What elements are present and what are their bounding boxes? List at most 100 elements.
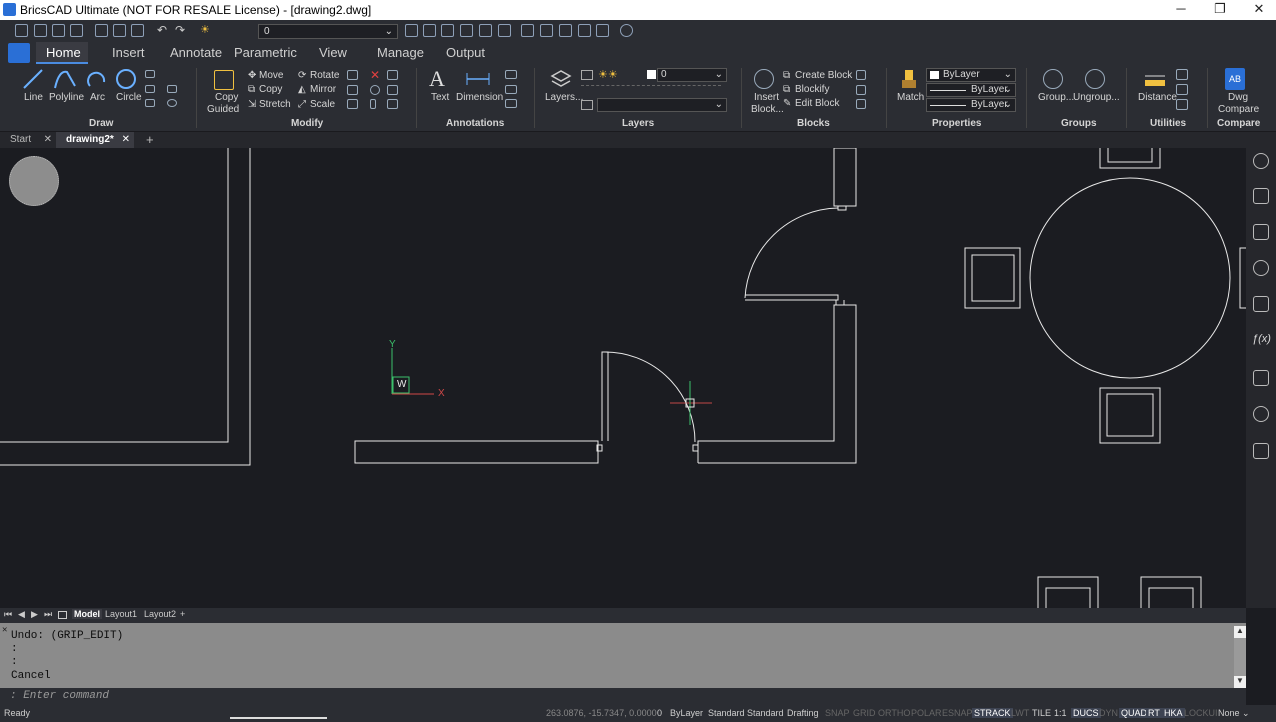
match-button[interactable]: Match (897, 92, 924, 103)
next-layout-icon[interactable]: ▶ (31, 609, 38, 620)
toggle-grid[interactable]: GRID (853, 708, 876, 718)
copy-guided-label-2[interactable]: Guided (207, 104, 239, 115)
tab-layout1[interactable]: Layout1 (105, 609, 137, 619)
command-input[interactable]: : Enter command (0, 688, 1246, 705)
library-icon[interactable] (1253, 443, 1269, 459)
toggle-strack[interactable]: STRACK (972, 708, 1013, 718)
command-scrollbar[interactable]: ▲ ▼ (1234, 626, 1246, 688)
help-icon[interactable] (620, 24, 633, 37)
tab-insert[interactable]: Insert (112, 45, 145, 60)
dimension-button[interactable]: Dimension (456, 92, 503, 103)
layer-dropdown[interactable]: 0 ⌄ (258, 24, 398, 39)
app-menu-button[interactable] (8, 43, 30, 63)
arc-button[interactable]: Arc (90, 92, 105, 103)
status-text-style[interactable]: Standard (708, 708, 745, 718)
match-properties-icon[interactable] (405, 24, 418, 37)
polyline-icon[interactable] (53, 68, 77, 90)
cloud-upload-icon[interactable] (1253, 406, 1269, 422)
group-button[interactable]: Group... (1038, 92, 1074, 103)
toggle-esnap[interactable]: ESNAP (942, 708, 973, 718)
text-style-icon[interactable] (505, 85, 517, 94)
block-replace-icon[interactable] (856, 99, 866, 109)
toggle-lwt[interactable]: LWT (1011, 708, 1029, 718)
distance-button[interactable]: Distance (1138, 92, 1177, 103)
layers-panel-icon[interactable] (1253, 224, 1269, 240)
dwg-compare-icon[interactable]: AB (1225, 68, 1245, 90)
ungroup-icon[interactable] (1085, 69, 1105, 89)
toggle-polar[interactable]: POLAR (911, 708, 942, 718)
mirror-button[interactable]: Mirror (310, 84, 336, 95)
layer-state-dropdown[interactable]: ⌄ (597, 98, 727, 112)
open-file-icon[interactable] (34, 24, 47, 37)
rectangle-icon[interactable] (145, 70, 155, 78)
settings-icon[interactable] (559, 24, 572, 37)
create-block-button[interactable]: Create Block (795, 70, 852, 81)
tab-home[interactable]: Home (46, 45, 81, 60)
layer-freeze-icon[interactable] (498, 24, 511, 37)
save-as-icon[interactable] (70, 24, 83, 37)
array-icon[interactable] (347, 99, 358, 109)
dimension-icon[interactable] (465, 72, 491, 86)
text-icon[interactable]: A (429, 66, 445, 92)
toggle-scale[interactable]: 1:1 (1054, 708, 1067, 718)
dwg-compare-label-1[interactable]: Dwg (1228, 92, 1248, 103)
tab-start[interactable]: Start ✕ (0, 132, 56, 148)
layer-isolate-icon[interactable] (479, 24, 492, 37)
status-workspace[interactable]: Drafting (787, 708, 819, 718)
toggle-ducs[interactable]: DUCS (1071, 708, 1101, 718)
tab-view[interactable]: View (319, 45, 347, 60)
coordinates-display[interactable]: 263.0876, -15.7347, 0.0000 (546, 708, 657, 718)
maximize-button[interactable]: ❐ (1205, 1, 1235, 19)
layer-previous-icon[interactable] (581, 100, 593, 110)
last-layout-icon[interactable]: ⏭ (44, 609, 52, 620)
attachments-icon[interactable] (1253, 260, 1269, 276)
properties-panel-icon[interactable] (521, 24, 534, 37)
copy-guided-label-1[interactable]: Copy (215, 92, 238, 103)
tab-output[interactable]: Output (446, 45, 485, 60)
toggle-lockui[interactable]: LOCKUI (1184, 708, 1218, 718)
insert-block-label-1[interactable]: Insert (754, 92, 779, 103)
break-icon[interactable] (387, 85, 398, 95)
circle-button[interactable]: Circle (116, 92, 142, 103)
tab-layout2[interactable]: Layout2 (144, 609, 176, 619)
layer-manager-icon[interactable] (581, 70, 593, 80)
color-dropdown[interactable]: ByLayer ⌄ (926, 68, 1016, 82)
close-icon[interactable]: ✕ (44, 132, 52, 148)
layer-select[interactable]: 0 ⌄ (657, 68, 727, 82)
status-menu-icon[interactable]: ⌄ (1242, 708, 1250, 719)
layout-list-icon[interactable] (58, 611, 67, 619)
arc-icon[interactable] (87, 68, 107, 90)
block-attribute-icon[interactable] (856, 70, 866, 80)
trim-icon[interactable] (347, 70, 358, 80)
move-button[interactable]: Move (259, 70, 283, 81)
insert-block-icon[interactable] (754, 69, 774, 89)
close-button[interactable]: ✕ (1244, 1, 1274, 19)
toggle-dyn[interactable]: DYN (1099, 708, 1118, 718)
circle-icon[interactable] (115, 68, 137, 90)
fillet-icon[interactable] (387, 70, 398, 80)
status-dim-style[interactable]: Standard (747, 708, 784, 718)
line-icon[interactable] (22, 68, 44, 90)
structure-icon[interactable] (1253, 370, 1269, 386)
calculator-icon[interactable] (578, 24, 591, 37)
scroll-up-icon[interactable]: ▲ (1234, 626, 1246, 638)
toggle-tile[interactable]: TILE (1032, 708, 1051, 718)
add-layout-button[interactable]: + (180, 609, 185, 619)
id-point-icon[interactable] (1176, 69, 1188, 80)
print-preview-icon[interactable] (113, 24, 126, 37)
text-button[interactable]: Text (431, 92, 449, 103)
explode-icon[interactable] (370, 99, 376, 109)
layer-tools-row[interactable] (581, 85, 721, 95)
toggle-none[interactable]: None (1218, 708, 1240, 718)
copy-button[interactable]: Copy (259, 84, 282, 95)
layers-icon[interactable] (550, 68, 572, 90)
select-icon[interactable] (1176, 84, 1188, 95)
hatch-icon[interactable] (167, 85, 177, 93)
line-button[interactable]: Line (24, 92, 43, 103)
tab-parametric[interactable]: Parametric (234, 45, 297, 60)
match-properties-brush-icon[interactable] (898, 68, 920, 90)
copy-guided-icon[interactable] (214, 70, 234, 90)
properties-icon[interactable] (1253, 188, 1269, 204)
block-edit-icon[interactable] (856, 85, 866, 95)
linetype-dropdown[interactable]: ByLayer ⌄ (926, 83, 1016, 97)
